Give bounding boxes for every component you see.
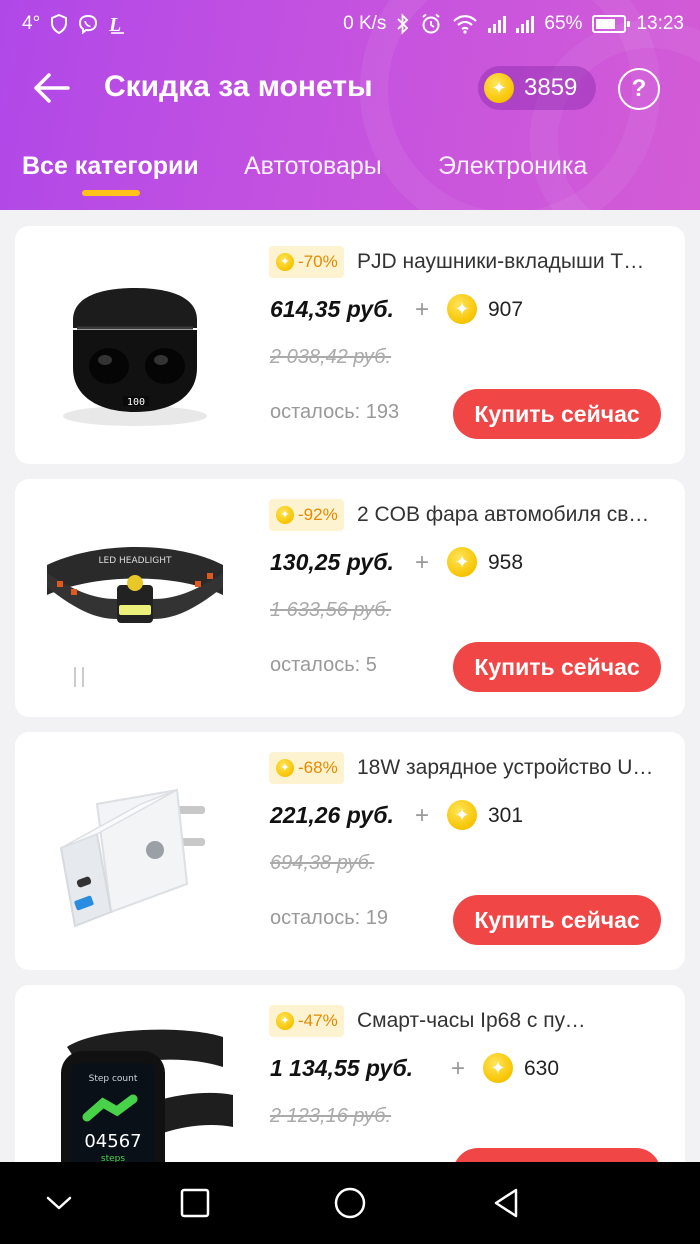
clock: 13:23 <box>636 13 684 34</box>
app-header: 4° L 0 K/s 65% 13:23 Скидка за монеты ✦ … <box>0 0 700 210</box>
product-price: 130,25 руб. <box>270 549 394 575</box>
product-price: 221,26 руб. <box>270 802 394 828</box>
signal-icon <box>516 15 535 33</box>
coin-cost: 907 <box>488 298 524 321</box>
title-bar: Скидка за монеты ✦ 3859 ? <box>0 58 700 120</box>
shield-icon <box>51 14 68 34</box>
alarm-icon <box>422 13 441 34</box>
wifi-icon <box>453 15 478 34</box>
viber-icon <box>79 14 98 34</box>
product-price: 614,35 руб. <box>270 296 394 322</box>
plus-sign: + <box>415 802 430 829</box>
headlamp-label: LED HEADLIGHT <box>99 556 172 566</box>
svg-text:100: 100 <box>127 397 145 408</box>
product-price: 1 134,55 руб. <box>270 1055 414 1081</box>
coin-icon: ✦ <box>276 1012 294 1030</box>
product-card[interactable]: ✦ -68% 18W зарядное устройство USB быстр… <box>15 732 685 970</box>
old-price: 2 038,42 руб. <box>270 346 392 368</box>
watch-screen-label: Step count <box>89 1074 138 1084</box>
help-button[interactable]: ? <box>618 68 660 110</box>
active-tab-indicator <box>82 190 140 196</box>
bluetooth-icon <box>397 13 409 35</box>
charger-image <box>37 754 233 950</box>
coin-icon: ✦ <box>484 73 514 103</box>
earbuds-image: 100 <box>37 248 233 444</box>
plus-sign: + <box>415 549 430 576</box>
product-name[interactable]: Смарт-часы Ip68 с пульсометром <box>357 1009 587 1033</box>
coin-icon: ✦ <box>447 547 477 577</box>
coin-cost: 958 <box>488 551 524 574</box>
product-name[interactable]: 2 COB фара автомобиля светодиодная <box>357 503 657 527</box>
headlamp-image: LED HEADLIGHT <box>37 501 233 697</box>
watch-step-value: 04567 <box>84 1131 141 1152</box>
svg-text:L: L <box>108 14 121 35</box>
plus-sign: + <box>415 296 430 323</box>
category-tabs: Все категории Автотовары Электроника <box>0 148 700 204</box>
coin-cost: 630 <box>524 1057 560 1080</box>
stock-left: осталось: 193 <box>270 401 400 423</box>
back-triangle-icon[interactable] <box>490 1186 524 1220</box>
coin-balance-value: 3859 <box>524 74 578 101</box>
signal-icon <box>488 15 507 33</box>
old-price: 2 123,16 руб. <box>270 1105 392 1127</box>
home-icon[interactable] <box>333 1186 367 1220</box>
buy-now-button[interactable]: Купить сейчас <box>453 642 661 692</box>
page-title: Скидка за монеты <box>104 70 373 103</box>
buy-now-button[interactable]: Купить сейчас <box>453 895 661 945</box>
discount-percent: -68% <box>298 758 338 777</box>
plus-sign: + <box>451 1055 466 1082</box>
discount-badge: ✦ -47% <box>269 1005 344 1037</box>
battery-percent: 65% <box>544 13 583 34</box>
lifestyle-app-icon: L <box>108 14 125 35</box>
chevron-down-icon[interactable] <box>42 1186 76 1220</box>
temperature: 4° <box>22 13 41 34</box>
old-price: 1 633,56 руб. <box>270 599 392 621</box>
coin-icon: ✦ <box>276 506 294 524</box>
tab-electronics[interactable]: Электроника <box>438 152 587 181</box>
back-arrow-icon[interactable] <box>32 70 72 106</box>
discount-badge: ✦ -92% <box>269 499 344 531</box>
battery-icon <box>592 15 631 33</box>
product-card[interactable]: 100 ✦ -70% PJD наушники-вкладыши TWS E6S… <box>15 226 685 464</box>
discount-percent: -47% <box>298 1011 338 1030</box>
product-name[interactable]: 18W зарядное устройство USB быстрая заря… <box>357 756 657 780</box>
coin-icon: ✦ <box>447 294 477 324</box>
discount-percent: -92% <box>298 505 338 524</box>
status-bar: 4° L 0 K/s 65% 13:23 <box>0 0 700 48</box>
coin-icon: ✦ <box>276 253 294 271</box>
coin-icon: ✦ <box>447 800 477 830</box>
buy-now-button[interactable]: Купить сейчас <box>453 389 661 439</box>
product-card[interactable]: LED HEADLIGHT ✦ -92% 2 COB фара автомоби… <box>15 479 685 717</box>
tab-all-categories[interactable]: Все категории <box>22 152 199 181</box>
coin-icon: ✦ <box>483 1053 513 1083</box>
tab-auto[interactable]: Автотовары <box>244 152 382 181</box>
coin-icon: ✦ <box>276 759 294 777</box>
net-speed: 0 K/s <box>343 13 387 34</box>
discount-badge: ✦ -68% <box>269 752 344 784</box>
stock-left: осталось: 5 <box>270 654 377 676</box>
system-nav-bar <box>0 1162 700 1244</box>
coin-balance[interactable]: ✦ 3859 <box>478 66 596 110</box>
discount-percent: -70% <box>298 252 338 271</box>
stock-left: осталось: 19 <box>270 907 388 929</box>
product-name[interactable]: PJD наушники-вкладыши TWS E6S с функцией… <box>357 250 657 274</box>
coin-cost: 301 <box>488 804 524 827</box>
discount-badge: ✦ -70% <box>269 246 344 278</box>
recents-icon[interactable] <box>178 1186 212 1220</box>
old-price: 694,38 руб. <box>270 852 375 874</box>
